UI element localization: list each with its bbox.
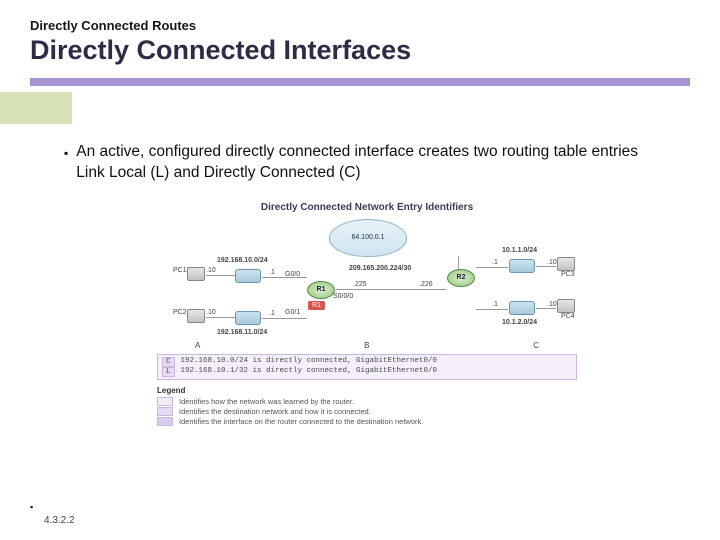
pc2-label: PC2	[173, 309, 187, 316]
slide-subtitle: Directly Connected Routes	[30, 18, 690, 33]
route-code: C	[162, 357, 175, 367]
host-addr: .1	[492, 301, 498, 308]
pc-icon	[557, 257, 575, 271]
router-r1-label: R1	[317, 286, 326, 293]
content-area: ▪ An active, configured directly connect…	[30, 124, 690, 427]
host-addr: .10	[547, 259, 557, 266]
col-b: B	[364, 341, 369, 350]
pc-icon	[187, 309, 205, 323]
link-line	[336, 289, 446, 290]
legend-row: Identifies how the network was learned b…	[157, 397, 577, 406]
col-a: A	[195, 341, 200, 350]
slide: Directly Connected Routes Directly Conne…	[0, 0, 720, 437]
diagram-container: Directly Connected Network Entry Identif…	[64, 202, 670, 427]
link-line	[262, 318, 307, 319]
interface-label: G0/1	[285, 309, 300, 316]
host-addr: .10	[206, 267, 216, 274]
legend: Legend Identifies how the network was le…	[157, 386, 577, 426]
slide-title: Directly Connected Interfaces	[30, 35, 690, 66]
interface-label: G0/0	[285, 271, 300, 278]
interface-label: S0/0/0	[333, 293, 353, 300]
network-label: 10.1.2.0/24	[502, 319, 537, 326]
reference-number: 4.3.2.2	[44, 515, 75, 526]
cloud-ip: 64.100.0.1	[351, 234, 384, 241]
wan-addr: .225	[353, 281, 367, 288]
link-line	[536, 266, 556, 267]
link-line	[476, 309, 508, 310]
diagram-title: Directly Connected Network Entry Identif…	[157, 202, 577, 213]
network-label: 192.168.10.0/24	[217, 257, 268, 264]
bullet-marker: ▪	[64, 142, 68, 184]
accent-bar-purple	[30, 78, 690, 86]
legend-title: Legend	[157, 386, 577, 395]
legend-swatch	[157, 397, 173, 406]
footer-bullet: ▪	[30, 502, 33, 512]
topology: 64.100.0.1 R1 R1 R2	[157, 219, 577, 339]
legend-text: Identifies the interface on the router c…	[179, 417, 423, 426]
route-code: L	[162, 367, 175, 377]
route-row: C 192.168.10.0/24 is directly connected,…	[162, 357, 572, 367]
switch-icon	[235, 269, 261, 283]
legend-row: Identifies the interface on the router c…	[157, 417, 577, 426]
host-addr: .1	[269, 269, 275, 276]
network-label: 192.168.11.0/24	[217, 329, 267, 336]
host-addr: .1	[269, 310, 275, 317]
route-text: 192.168.10.1/32 is directly connected, G…	[181, 367, 438, 377]
switch-icon	[509, 259, 535, 273]
host-addr: .1	[492, 259, 498, 266]
host-addr: .10	[206, 309, 216, 316]
pc-icon	[557, 299, 575, 313]
legend-text: Identifies how the network was learned b…	[179, 397, 354, 406]
switch-icon	[235, 311, 261, 325]
bullet-text: An active, configured directly connected…	[76, 142, 670, 184]
cloud-icon: 64.100.0.1	[329, 219, 407, 257]
col-c: C	[533, 341, 539, 350]
router-r2-label: R2	[457, 274, 466, 281]
legend-row: Identifies the destination network and h…	[157, 407, 577, 416]
network-diagram: Directly Connected Network Entry Identif…	[157, 202, 577, 427]
wan-addr: .226	[419, 281, 433, 288]
legend-swatch	[157, 407, 173, 416]
routing-table: C 192.168.10.0/24 is directly connected,…	[157, 354, 577, 380]
wan-label: 209.165.200.224/30	[349, 265, 411, 272]
link-line	[536, 308, 556, 309]
accent-bar-green	[0, 92, 72, 124]
network-label: 10.1.1.0/24	[502, 247, 537, 254]
router-r2-icon: R2	[447, 269, 475, 287]
legend-swatch	[157, 417, 173, 426]
route-text: 192.168.10.0/24 is directly connected, G…	[181, 357, 438, 367]
link-line	[206, 275, 235, 276]
pc3-label: PC3	[561, 271, 575, 278]
link-line	[206, 317, 235, 318]
pc4-label: PC4	[561, 313, 575, 320]
switch-icon	[509, 301, 535, 315]
accent-bar	[30, 78, 690, 86]
route-row: L 192.168.10.1/32 is directly connected,…	[162, 367, 572, 377]
router-r1-icon: R1	[307, 281, 335, 299]
router-r1-badge: R1	[308, 301, 325, 310]
link-line	[476, 267, 508, 268]
pc1-label: PC1	[173, 267, 187, 274]
link-line	[458, 256, 459, 270]
pc-icon	[187, 267, 205, 281]
bullet-item: ▪ An active, configured directly connect…	[64, 142, 670, 184]
column-identifiers: A B C	[157, 341, 577, 350]
host-addr: .10	[547, 301, 557, 308]
legend-text: Identifies the destination network and h…	[179, 407, 371, 416]
